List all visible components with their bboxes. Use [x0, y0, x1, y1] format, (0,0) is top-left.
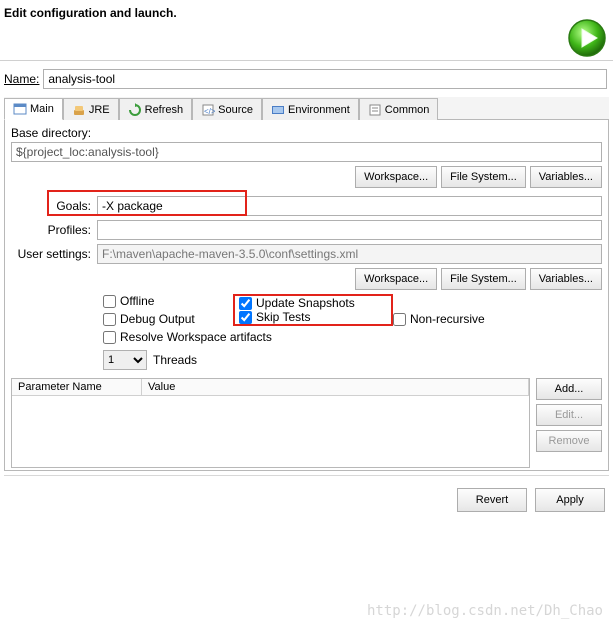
resolve-workspace-checkbox[interactable]: Resolve Workspace artifacts — [103, 330, 523, 344]
threads-select[interactable]: 1 — [103, 350, 147, 370]
goals-input[interactable] — [97, 196, 602, 216]
tab-label: JRE — [89, 104, 110, 116]
tab-label: Source — [218, 104, 253, 116]
param-col-name: Parameter Name — [12, 379, 142, 395]
run-icon[interactable] — [567, 18, 607, 58]
base-dir-input[interactable] — [11, 142, 602, 162]
tab-bar: Main JRE Refresh </> Source Environment … — [4, 97, 609, 120]
edit-param-button: Edit... — [536, 404, 602, 426]
non-recursive-checkbox[interactable]: Non-recursive — [393, 312, 523, 326]
common-icon — [368, 103, 382, 117]
filesystem-button-2[interactable]: File System... — [441, 268, 526, 290]
skip-tests-checkbox[interactable]: Skip Tests — [239, 310, 391, 324]
workspace-button[interactable]: Workspace... — [355, 166, 437, 188]
update-snapshots-label: Update Snapshots — [256, 296, 355, 310]
refresh-icon — [128, 103, 142, 117]
watermark: http://blog.csdn.net/Dh_Chao — [367, 603, 603, 619]
threads-label: Threads — [153, 353, 197, 367]
remove-param-button: Remove — [536, 430, 602, 452]
main-tab-content: Base directory: Workspace... File System… — [4, 120, 609, 471]
variables-button-2[interactable]: Variables... — [530, 268, 602, 290]
debug-output-checkbox[interactable]: Debug Output — [103, 312, 233, 326]
user-settings-input[interactable] — [97, 244, 602, 264]
resolve-workspace-label: Resolve Workspace artifacts — [120, 330, 272, 344]
tab-environment[interactable]: Environment — [262, 98, 359, 120]
tab-label: Common — [385, 104, 430, 116]
tab-label: Main — [30, 103, 54, 115]
tab-main[interactable]: Main — [4, 98, 63, 120]
name-label: Name: — [4, 72, 39, 86]
tab-jre[interactable]: JRE — [63, 98, 119, 120]
name-input[interactable] — [43, 69, 607, 89]
tab-common[interactable]: Common — [359, 98, 439, 120]
apply-button[interactable]: Apply — [535, 488, 605, 512]
profiles-label: Profiles: — [11, 223, 97, 237]
user-settings-label: User settings: — [11, 247, 97, 261]
skip-tests-label: Skip Tests — [256, 310, 310, 324]
jre-icon — [72, 103, 86, 117]
main-icon — [13, 102, 27, 116]
tab-label: Refresh — [145, 104, 184, 116]
tab-label: Environment — [288, 104, 350, 116]
separator — [0, 60, 613, 61]
variables-button[interactable]: Variables... — [530, 166, 602, 188]
tab-source[interactable]: </> Source — [192, 98, 262, 120]
goals-label: Goals: — [11, 199, 97, 213]
filesystem-button[interactable]: File System... — [441, 166, 526, 188]
base-dir-label: Base directory: — [11, 126, 602, 140]
offline-checkbox[interactable]: Offline — [103, 294, 233, 308]
param-col-value: Value — [142, 379, 529, 395]
non-recursive-label: Non-recursive — [410, 312, 485, 326]
offline-label: Offline — [120, 294, 154, 308]
dialog-title: Edit configuration and launch. — [0, 0, 613, 30]
profiles-input[interactable] — [97, 220, 602, 240]
parameters-table[interactable]: Parameter Name Value — [11, 378, 530, 468]
revert-button[interactable]: Revert — [457, 488, 527, 512]
add-param-button[interactable]: Add... — [536, 378, 602, 400]
debug-output-label: Debug Output — [120, 312, 195, 326]
svg-text:</>: </> — [204, 107, 215, 116]
workspace-button-2[interactable]: Workspace... — [355, 268, 437, 290]
param-body[interactable] — [12, 396, 529, 467]
update-snapshots-checkbox[interactable]: Update Snapshots — [239, 296, 391, 310]
tab-refresh[interactable]: Refresh — [119, 98, 193, 120]
environment-icon — [271, 103, 285, 117]
source-icon: </> — [201, 103, 215, 117]
